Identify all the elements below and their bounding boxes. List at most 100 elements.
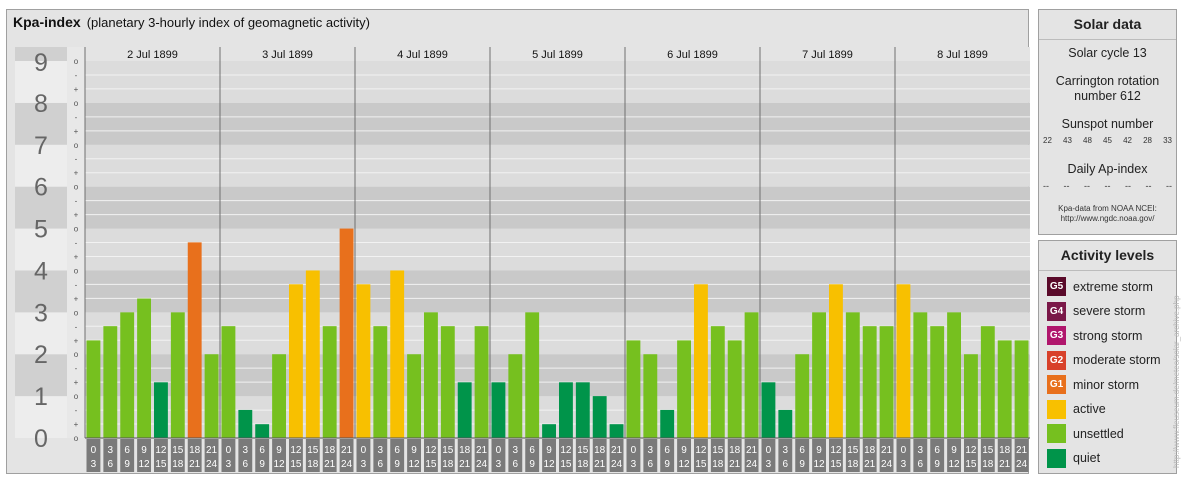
y-tick-label: 7 (34, 132, 48, 160)
interval-start-label: 6 (934, 445, 940, 456)
solar-data-panel: Solar data Solar cycle 13 Carrington rot… (1038, 9, 1177, 235)
interval-end-label: 12 (139, 459, 151, 470)
interval-end-label: 24 (341, 459, 353, 470)
kp-bar (896, 284, 911, 438)
interval-start-label: 0 (361, 445, 367, 456)
ap-value-5: -- (1125, 181, 1131, 191)
interval-start-label: 21 (746, 445, 758, 456)
interval-end-label: 12 (544, 459, 556, 470)
sub-tick-label: o (74, 434, 79, 443)
kp-bar (744, 312, 759, 438)
interval-start-label: 21 (611, 445, 623, 456)
interval-end-label: 18 (847, 459, 859, 470)
y-tick-label: 1 (34, 383, 48, 411)
interval-start-label: 9 (411, 445, 417, 456)
interval-start-label: 3 (648, 445, 654, 456)
sub-tick-label: - (75, 71, 78, 80)
kp-bar (947, 312, 961, 438)
sub-tick-label: - (75, 239, 78, 248)
sub-tick-label: - (75, 280, 78, 289)
interval-end-label: 6 (513, 459, 519, 470)
legend-swatch (1047, 424, 1066, 443)
kp-bar (238, 409, 253, 438)
interval-start-label: 9 (276, 445, 282, 456)
kp-bar (154, 382, 168, 438)
legend-item-strong-storm: G3 strong storm (1047, 326, 1142, 345)
sunspot-value-3: 48 (1083, 136, 1092, 145)
kp-bar (542, 424, 556, 438)
kp-bar (913, 312, 928, 438)
interval-end-label: 9 (124, 459, 130, 470)
interval-end-label: 15 (155, 459, 167, 470)
interval-start-label: 6 (799, 445, 805, 456)
solar-data-title: Solar data (1039, 10, 1176, 40)
legend-item-extreme-storm: G5 extreme storm (1047, 277, 1153, 296)
interval-end-label: 9 (394, 459, 400, 470)
interval-start-label: 15 (172, 445, 184, 456)
kp-bar (964, 354, 978, 438)
chart-title: Kpa-index (planetary 3-hourly index of ge… (13, 14, 370, 30)
interval-start-label: 3 (783, 445, 789, 456)
legend-label: quiet (1073, 451, 1101, 465)
kp-bar (272, 354, 286, 438)
interval-end-label: 12 (814, 459, 826, 470)
day-label: 8 Jul 1899 (937, 49, 988, 61)
sunspot-value-5: 42 (1123, 136, 1132, 145)
interval-end-label: 15 (695, 459, 707, 470)
interval-end-label: 3 (901, 459, 907, 470)
kp-bar (575, 382, 590, 438)
sunspot-value-7: 33 (1163, 136, 1172, 145)
sub-tick-label: o (74, 99, 79, 108)
kp-bar (474, 326, 489, 438)
ap-value-2: -- (1063, 181, 1070, 191)
interval-start-label: 0 (226, 445, 232, 456)
band-7 (85, 102, 1030, 145)
interval-end-label: 15 (290, 459, 302, 470)
credit-url: http://www.ngdc.noaa.gov/ (1060, 214, 1155, 223)
interval-end-label: 9 (934, 459, 940, 470)
legend-swatch: G4 (1047, 301, 1066, 321)
kp-bar (829, 284, 843, 438)
kp-bar (457, 382, 472, 438)
interval-end-label: 12 (409, 459, 421, 470)
sub-tick-label: o (74, 266, 79, 275)
ap-value-3: -- (1084, 181, 1090, 191)
interval-end-label: 3 (226, 459, 232, 470)
kp-bar (356, 284, 371, 438)
legend-swatch (1047, 448, 1066, 468)
interval-start-label: 0 (496, 445, 502, 456)
legend-item-minor-storm: G1 minor storm (1047, 375, 1139, 394)
sub-tick-label: o (74, 141, 79, 150)
interval-start-label: 21 (206, 445, 218, 456)
interval-start-label: 12 (830, 445, 842, 456)
interval-start-label: 21 (1016, 445, 1028, 456)
interval-start-label: 21 (476, 445, 488, 456)
interval-start-label: 3 (378, 445, 384, 456)
sub-tick-label: o (74, 183, 79, 192)
kp-bar (390, 270, 405, 438)
interval-end-label: 3 (766, 459, 772, 470)
sub-tick-label: o (74, 225, 79, 234)
interval-start-label: 18 (729, 445, 741, 456)
legend-item-moderate-storm: G2 moderate storm (1047, 350, 1161, 370)
y-tick-label: 6 (34, 174, 48, 202)
sub-tick-label: + (74, 252, 79, 261)
interval-end-label: 3 (361, 459, 367, 470)
kpa-chart-panel: Kpa-index (planetary 3-hourly index of ge… (6, 9, 1030, 474)
interval-start-label: 12 (965, 445, 977, 456)
kp-bar (795, 354, 810, 438)
kp-bar (305, 270, 320, 438)
sub-tick-label: + (74, 294, 79, 303)
interval-start-label: 18 (324, 445, 336, 456)
interval-start-label: 15 (982, 445, 994, 456)
interval-end-label: 18 (712, 459, 724, 470)
sub-tick-label: - (75, 113, 78, 122)
interval-end-label: 21 (864, 459, 876, 470)
interval-end-label: 24 (611, 459, 623, 470)
sub-tick-label: + (74, 336, 79, 345)
legend-swatch: G1 (1047, 375, 1066, 394)
interval-end-label: 24 (881, 459, 893, 470)
legend-label: unsettled (1073, 426, 1124, 441)
activity-levels-panel: Activity levels G5 extreme storm G4 severe … (1038, 240, 1177, 474)
interval-end-label: 3 (496, 459, 502, 470)
